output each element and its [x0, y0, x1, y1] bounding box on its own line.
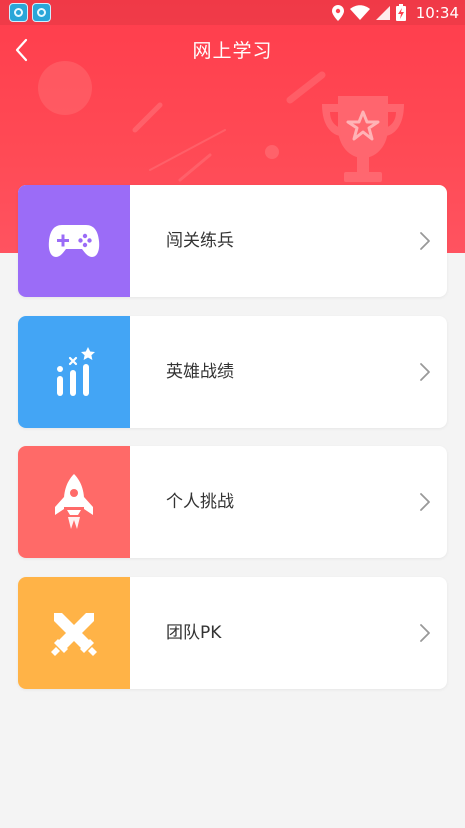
signal-icon: [375, 5, 390, 20]
chevron-right-icon: [420, 493, 430, 511]
battery-charging-icon: [395, 4, 406, 21]
app-notification-icon: [9, 3, 28, 22]
wifi-icon: [349, 4, 370, 20]
trophy-icon: [322, 96, 404, 182]
app-notification-icon: [32, 3, 51, 22]
status-time: 10:34: [415, 3, 459, 22]
menu-item-icon-box: [18, 446, 130, 558]
menu-item-label: 个人挑战: [166, 492, 234, 512]
menu-item-label: 闯关练兵: [166, 231, 234, 251]
menu-item-label: 英雄战绩: [166, 362, 234, 382]
menu-item-hero-records[interactable]: 英雄战绩: [18, 316, 447, 428]
menu-item-team-pk[interactable]: 团队PK: [18, 577, 447, 689]
menu-item-icon-box: [18, 316, 130, 428]
ranking-bars-icon: [57, 347, 95, 396]
menu-item-icon-box: [18, 577, 130, 689]
rocket-icon: [55, 474, 93, 529]
menu-item-icon-box: [18, 185, 130, 297]
menu-item-label: 团队PK: [166, 623, 222, 643]
page-title: 网上学习: [192, 40, 273, 62]
crossed-swords-icon: [51, 613, 97, 656]
location-icon: [331, 4, 344, 21]
gamepad-icon: [48, 225, 100, 257]
status-bar: 10:34: [0, 0, 465, 25]
menu-item-challenge-practice[interactable]: 闯关练兵: [18, 185, 447, 297]
chevron-right-icon: [420, 232, 430, 250]
chevron-right-icon: [420, 363, 430, 381]
menu-item-personal-challenge[interactable]: 个人挑战: [18, 446, 447, 558]
chevron-right-icon: [420, 624, 430, 642]
